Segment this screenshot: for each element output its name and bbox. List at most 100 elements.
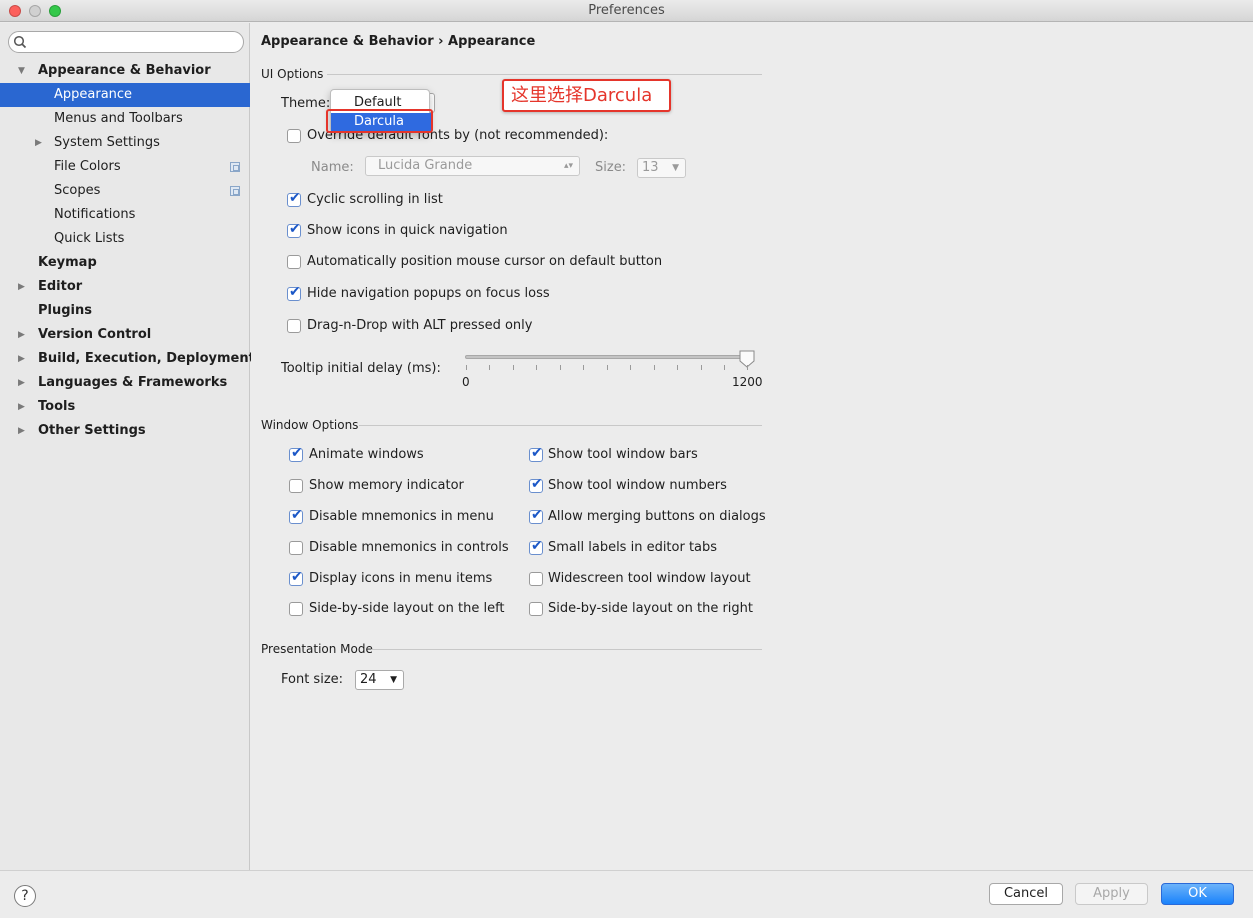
small-labels-editor-tabs-checkbox[interactable] bbox=[529, 538, 543, 555]
sidebar-item-appearance-behavior[interactable]: ▼ Appearance & Behavior bbox=[0, 59, 250, 83]
disable-mnemonics-menu-label: Disable mnemonics in menu bbox=[309, 509, 494, 524]
collapsed-arrow-icon: ▶ bbox=[18, 282, 25, 292]
project-level-icon bbox=[230, 186, 240, 196]
show-memory-indicator-checkbox[interactable] bbox=[289, 479, 303, 493]
sidebar-item-notifications[interactable]: Notifications bbox=[0, 203, 250, 227]
slider-tick bbox=[630, 365, 631, 370]
slider-tick bbox=[724, 365, 725, 370]
search-input[interactable] bbox=[8, 31, 244, 53]
collapsed-arrow-icon: ▶ bbox=[18, 426, 25, 436]
override-fonts-checkbox[interactable] bbox=[287, 129, 301, 143]
presentation-font-size-select[interactable]: 24 ▼ bbox=[355, 670, 404, 690]
updown-arrow-icon: ▴▾ bbox=[563, 161, 573, 171]
auto-position-cursor-label: Automatically position mouse cursor on d… bbox=[307, 254, 663, 269]
sidebar-item-keymap[interactable]: Keymap bbox=[0, 251, 250, 275]
disable-mnemonics-controls-checkbox[interactable] bbox=[289, 541, 303, 555]
sidebar-item-scopes[interactable]: Scopes bbox=[0, 179, 250, 203]
settings-sidebar: ▼ Appearance & Behavior Appearance Menus… bbox=[0, 23, 255, 870]
slider-tick bbox=[513, 365, 514, 370]
allow-merging-buttons-label: Allow merging buttons on dialogs bbox=[548, 509, 766, 524]
side-by-side-left-checkbox[interactable] bbox=[289, 602, 303, 616]
slider-tick bbox=[701, 365, 702, 370]
small-labels-editor-tabs-label: Small labels in editor tabs bbox=[548, 540, 718, 555]
sidebar-item-plugins[interactable]: Plugins bbox=[0, 299, 250, 323]
sidebar-item-system-settings[interactable]: ▶ System Settings bbox=[0, 131, 250, 155]
window-options-heading: Window Options bbox=[261, 418, 359, 432]
hide-nav-popups-label: Hide navigation popups on focus loss bbox=[307, 286, 550, 301]
chevron-down-icon: ▼ bbox=[390, 675, 397, 685]
sidebar-item-tools[interactable]: ▶ Tools bbox=[0, 395, 250, 419]
cyclic-scrolling-label: Cyclic scrolling in list bbox=[307, 192, 443, 207]
sidebar-item-languages-frameworks[interactable]: ▶ Languages & Frameworks bbox=[0, 371, 250, 395]
allow-merging-buttons-checkbox[interactable] bbox=[529, 507, 543, 524]
show-tool-window-numbers-checkbox[interactable] bbox=[529, 476, 543, 493]
annotation-callout: 这里选择Darcula bbox=[502, 79, 671, 112]
slider-tick bbox=[489, 365, 490, 370]
animate-windows-label: Animate windows bbox=[309, 447, 424, 462]
widescreen-layout-label: Widescreen tool window layout bbox=[548, 571, 751, 586]
window-title: Preferences bbox=[588, 3, 665, 18]
display-icons-menu-label: Display icons in menu items bbox=[309, 571, 493, 586]
show-icons-quick-nav-checkbox[interactable] bbox=[287, 221, 301, 238]
slider-tick bbox=[747, 365, 748, 370]
tooltip-min-label: 0 bbox=[462, 375, 470, 389]
auto-position-cursor-checkbox[interactable] bbox=[287, 255, 301, 269]
collapsed-arrow-icon: ▶ bbox=[18, 402, 25, 412]
slider-tick bbox=[536, 365, 537, 370]
sidebar-item-build-execution-deployment[interactable]: ▶ Build, Execution, Deployment bbox=[0, 347, 255, 371]
side-by-side-right-checkbox[interactable] bbox=[529, 602, 543, 616]
search-icon bbox=[13, 35, 27, 49]
sidebar-item-quick-lists[interactable]: Quick Lists bbox=[0, 227, 250, 251]
project-level-icon bbox=[230, 162, 240, 172]
breadcrumb: Appearance & Behavior › Appearance bbox=[261, 34, 536, 49]
animate-windows-checkbox[interactable] bbox=[289, 445, 303, 462]
cyclic-scrolling-checkbox[interactable] bbox=[287, 190, 301, 207]
help-button[interactable]: ? bbox=[14, 885, 36, 907]
tooltip-delay-label: Tooltip initial delay (ms): bbox=[281, 361, 441, 376]
collapsed-arrow-icon: ▶ bbox=[18, 354, 25, 364]
sidebar-item-appearance[interactable]: Appearance bbox=[0, 83, 250, 107]
show-memory-indicator-label: Show memory indicator bbox=[309, 478, 464, 493]
drag-n-drop-alt-checkbox[interactable] bbox=[287, 319, 301, 333]
sidebar-item-other-settings[interactable]: ▶ Other Settings bbox=[0, 419, 250, 443]
widescreen-layout-checkbox[interactable] bbox=[529, 572, 543, 586]
slider-tick bbox=[654, 365, 655, 370]
slider-tick bbox=[560, 365, 561, 370]
ok-button[interactable]: OK bbox=[1161, 883, 1234, 905]
show-tool-window-bars-label: Show tool window bars bbox=[548, 447, 698, 462]
collapsed-arrow-icon: ▶ bbox=[35, 138, 42, 148]
theme-label: Theme: bbox=[281, 96, 331, 111]
display-icons-menu-checkbox[interactable] bbox=[289, 569, 303, 586]
font-name-select[interactable]: Lucida Grande ▴▾ bbox=[365, 156, 580, 176]
annotation-highlight-box bbox=[326, 109, 433, 133]
show-tool-window-numbers-label: Show tool window numbers bbox=[548, 478, 727, 493]
side-by-side-left-label: Side-by-side layout on the left bbox=[309, 601, 505, 616]
section-divider bbox=[327, 74, 762, 75]
dialog-footer: ? Cancel Apply OK bbox=[0, 870, 1253, 918]
show-icons-quick-nav-label: Show icons in quick navigation bbox=[307, 223, 508, 238]
presentation-font-size-label: Font size: bbox=[281, 672, 344, 687]
show-tool-window-bars-checkbox[interactable] bbox=[529, 445, 543, 462]
sidebar-item-editor[interactable]: ▶ Editor bbox=[0, 275, 250, 299]
side-by-side-right-label: Side-by-side layout on the right bbox=[548, 601, 754, 616]
presentation-mode-heading: Presentation Mode bbox=[261, 642, 373, 656]
font-size-select[interactable]: 13 ▼ bbox=[637, 158, 686, 178]
slider-tick bbox=[466, 365, 467, 370]
cancel-button[interactable]: Cancel bbox=[989, 883, 1063, 905]
slider-tick bbox=[607, 365, 608, 370]
font-name-label: Name: bbox=[311, 160, 354, 175]
font-size-label: Size: bbox=[595, 160, 627, 175]
apply-button[interactable]: Apply bbox=[1075, 883, 1148, 905]
sidebar-item-version-control[interactable]: ▶ Version Control bbox=[0, 323, 250, 347]
preferences-window: Preferences ▼ Appearance & Behavior Appe… bbox=[0, 0, 1253, 918]
sidebar-item-menus-toolbars[interactable]: Menus and Toolbars bbox=[0, 107, 250, 131]
hide-nav-popups-checkbox[interactable] bbox=[287, 284, 301, 301]
slider-tick bbox=[677, 365, 678, 370]
title-bar: Preferences bbox=[0, 0, 1253, 22]
collapsed-arrow-icon: ▶ bbox=[18, 330, 25, 340]
expanded-arrow-icon: ▼ bbox=[18, 66, 25, 76]
sidebar-item-file-colors[interactable]: File Colors bbox=[0, 155, 250, 179]
tooltip-delay-slider-track[interactable] bbox=[465, 355, 750, 359]
disable-mnemonics-menu-checkbox[interactable] bbox=[289, 507, 303, 524]
section-divider bbox=[371, 649, 762, 650]
